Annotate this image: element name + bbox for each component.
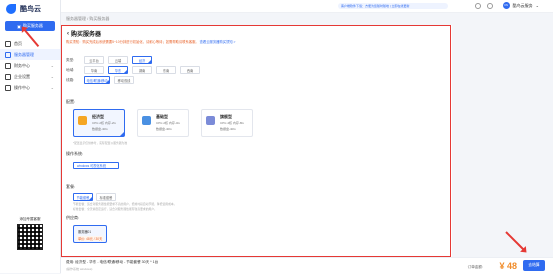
config-spec: CPU-4核 内存-8G <box>220 121 244 125</box>
config-disk: 数据盘-40G <box>156 127 172 131</box>
logo-icon <box>6 4 16 14</box>
config-note: *配置显示仅供参考，实际配置以服务器为准 <box>73 141 128 145</box>
sidebar-item-label: 财务中心 <box>14 62 30 68</box>
server-icon <box>142 116 151 125</box>
config-spec: CPU-2核 内存-2G <box>92 121 116 125</box>
plan-note-2: 标准套餐：全天候稳定运行，适合对服务器性能有较高要求的用户。 <box>73 207 157 211</box>
checkout-button[interactable]: 去结算 <box>523 260 545 271</box>
sidebar-item-finance[interactable]: 财务中心 ⌄ <box>0 60 60 71</box>
page-title: ‹ 购买服务器 <box>67 29 102 39</box>
brand-logo[interactable]: 酷鸟云 <box>6 4 41 14</box>
buy-server-button[interactable]: ▣ 购买服务器 <box>5 21 55 31</box>
brand-name: 酷鸟云 <box>20 6 41 13</box>
avatar: KN <box>502 2 510 9</box>
supplier-name: 服务器01 <box>78 230 92 234</box>
order-footer: 费用: 经济型 - 华东 - 电信/联通/移动 - 节能套餐 30天 * 1台 … <box>61 257 553 274</box>
plan-options: 节能套餐 标准套餐 <box>73 193 116 201</box>
qr-title: 添加专属客服 <box>19 217 41 221</box>
purchase-notice: 购买须知：购买完成后系统需要5~10分钟进行初始化，请耐心等待；如需帮助请联系客… <box>66 39 235 44</box>
config-disk: 数据盘-40G <box>220 127 236 131</box>
sidebar-item-label: 操作中心 <box>14 84 30 90</box>
config-spec: CPU-2核 内存-4G <box>156 121 180 125</box>
type-row: 类型: 云平台 云端 经济 <box>66 56 152 64</box>
page-title-text: 购买服务器 <box>71 32 102 38</box>
order-price: ¥ 48 <box>499 261 517 271</box>
region-option-hunan[interactable]: 湖南 <box>132 66 152 74</box>
line-option-multi[interactable]: 电信/联通/移动 <box>84 76 110 84</box>
region-option-southwest[interactable]: 西南 <box>180 66 200 74</box>
sidebar-item-operations[interactable]: 操作中心 ⌄ <box>0 82 60 93</box>
qr-code-icon <box>17 224 43 250</box>
region-label: 地域: <box>66 67 75 72</box>
line-option-mobile[interactable]: 移动双线 <box>114 76 134 84</box>
search-icon[interactable] <box>475 3 481 9</box>
line-label: 线路: <box>66 77 75 82</box>
config-name: 基础型 <box>156 114 168 119</box>
annotation-arrow <box>505 231 526 252</box>
chevron-down-icon: ⌄ <box>50 63 54 68</box>
back-icon[interactable]: ‹ <box>67 31 69 37</box>
plan-option-standard[interactable]: 标准套餐 <box>96 193 116 201</box>
user-name: 酷鸟云服务 <box>512 2 533 8</box>
sidebar-item-label: 首页 <box>14 40 22 46</box>
plan-label: 套餐: <box>66 184 76 189</box>
chevron-down-icon: ⌄ <box>50 85 54 90</box>
sidebar-nav: 首页 服务器管理 财务中心 ⌄ 企业设置 ⌄ 操作中心 ⌄ <box>0 38 60 93</box>
operations-icon <box>5 84 11 91</box>
type-option-cloud-platform[interactable]: 云平台 <box>84 56 104 64</box>
region-option-east[interactable]: 华东 <box>108 66 128 74</box>
sidebar-item-home[interactable]: 首页 <box>0 38 60 49</box>
breadcrumb: 服务器管理 / 购买服务器 <box>66 16 110 21</box>
type-option-economy[interactable]: 经济 <box>132 56 152 64</box>
type-option-cloud[interactable]: 云端 <box>108 56 128 64</box>
user-menu[interactable]: KN 酷鸟云服务 ⌄ <box>502 2 539 9</box>
server-icon <box>5 51 11 58</box>
notice-banner[interactable]: 客户端软件下载：方便为您随时随地 | 立即在线更新 <box>338 3 448 9</box>
os-label: 操作系统: <box>66 151 84 156</box>
chevron-down-icon: ⌄ <box>535 3 539 8</box>
bell-icon[interactable] <box>487 3 493 9</box>
plan-option-energy-saving[interactable]: 节能套餐 <box>73 193 93 201</box>
supplier-card[interactable]: 服务器01 单价: 48元 / 30天 <box>73 225 107 243</box>
config-name: 旗舰型 <box>220 114 232 119</box>
config-disk: 数据盘-40G <box>92 127 108 131</box>
config-card-flagship[interactable]: 旗舰型 CPU-4核 内存-8G 数据盘-40G <box>201 109 253 137</box>
enterprise-icon <box>5 73 11 80</box>
home-icon <box>5 40 11 47</box>
order-amount-label: 订单金额: <box>467 265 483 269</box>
finance-icon <box>5 62 11 69</box>
sidebar-item-label: 服务器管理 <box>14 51 34 57</box>
supplier-label: 供应商: <box>66 215 80 220</box>
sidebar-item-label: 企业设置 <box>14 73 30 79</box>
config-name: 经济型 <box>92 114 104 119</box>
purchase-notice-text: 购买须知：购买完成后系统需要5~10分钟进行初始化，请耐心等待；如需帮助请联系客… <box>66 40 199 44</box>
sidebar-item-enterprise[interactable]: 企业设置 ⌄ <box>0 71 60 82</box>
config-card-economy[interactable]: 经济型 CPU-2核 内存-2G 数据盘-40G <box>73 109 125 137</box>
order-summary: 费用: 经济型 - 华东 - 电信/联通/移动 - 节能套餐 30天 * 1台 <box>66 260 159 264</box>
config-label: 配置: <box>66 99 76 104</box>
sidebar-item-server-management[interactable]: 服务器管理 <box>0 49 60 60</box>
supplier-price: 单价: 48元 / 30天 <box>77 236 104 241</box>
type-label: 类型: <box>66 57 75 62</box>
chevron-down-icon: ⌄ <box>50 74 54 79</box>
sidebar: 酷鸟云 ▣ 购买服务器 首页 服务器管理 财务中心 ⌄ 企业设置 ⌄ 操作中心 … <box>0 0 61 273</box>
customer-service-qr: 添加专属客服 <box>10 217 50 250</box>
order-summary-detail: (操作系统 windows) <box>66 267 93 271</box>
plan-note-1: 节能套餐：适合对服务器性能要求不高的用户，低峰时段自动节能，降低使用成本。 <box>73 202 177 206</box>
region-row: 地域: 华南 华东 湖南 东南 西南 <box>66 66 200 74</box>
server-icon <box>206 116 215 125</box>
purchase-notice-link[interactable]: 查看云服务器购买须知 > <box>200 40 236 44</box>
region-option-south[interactable]: 华南 <box>84 66 104 74</box>
os-select[interactable]: windows 可视化系统 <box>73 162 119 169</box>
config-card-basic[interactable]: 基础型 CPU-2核 内存-4G 数据盘-40G <box>137 109 189 137</box>
line-row: 线路: 电信/联通/移动 移动双线 <box>66 76 134 84</box>
top-bar: 客户端软件下载：方便为您随时随地 | 立即在线更新 KN 酷鸟云服务 ⌄ <box>61 0 553 13</box>
server-icon <box>78 116 87 125</box>
region-option-southeast[interactable]: 东南 <box>156 66 176 74</box>
